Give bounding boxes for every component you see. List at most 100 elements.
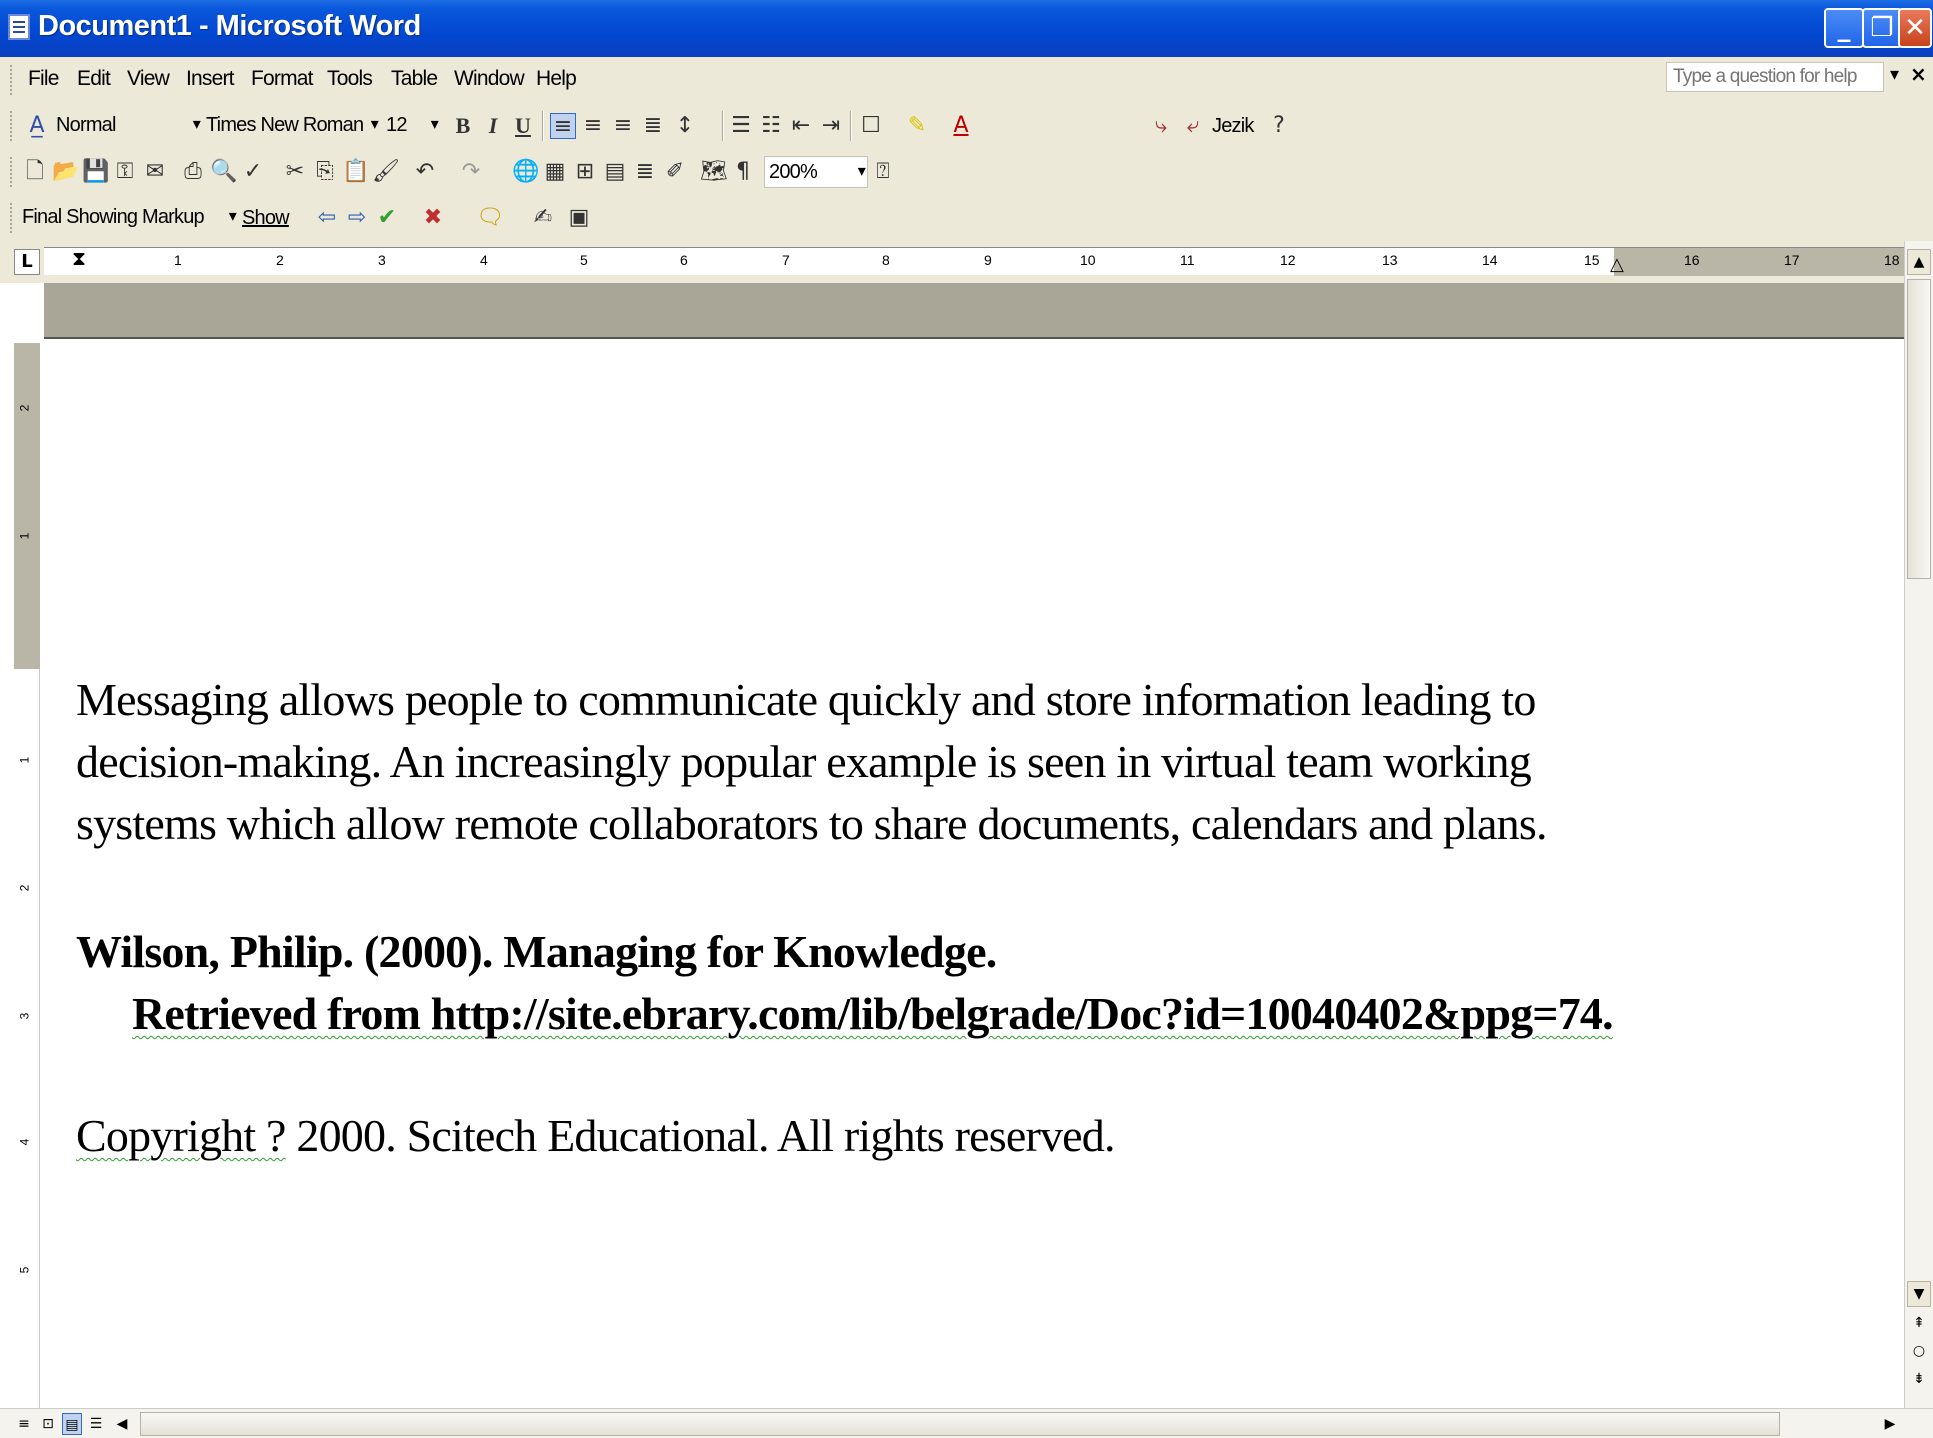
menu-help[interactable]: Help	[536, 67, 577, 91]
numbering-icon[interactable]: ☰	[728, 113, 754, 139]
accept-change-icon[interactable]: ✔	[374, 205, 400, 231]
redo-icon[interactable]: ↷	[458, 159, 484, 185]
close-document-icon[interactable]: ×	[1910, 62, 1927, 86]
print-layout-view-icon[interactable]: ▤	[62, 1413, 82, 1435]
insert-excel-icon[interactable]: ▤	[602, 159, 628, 185]
zoom-combo[interactable]: 200% ▾	[764, 156, 868, 188]
previous-change-icon[interactable]: ⇦	[314, 205, 340, 231]
chevron-down-icon[interactable]: ▾	[431, 114, 439, 134]
style-combo[interactable]: Normal ▾	[52, 110, 202, 142]
track-changes-icon[interactable]: ✍	[530, 205, 556, 231]
decrease-indent-icon[interactable]: ⇤	[788, 113, 814, 139]
normal-view-icon[interactable]: ≡	[14, 1413, 34, 1435]
email-icon[interactable]: ✉	[142, 159, 168, 185]
underline-button[interactable]: U	[510, 113, 536, 139]
language-label[interactable]: Jezik	[1212, 115, 1254, 138]
menu-insert[interactable]: Insert	[186, 67, 235, 91]
copyright-line[interactable]: Copyright ? 2000. Scitech Educational. A…	[76, 1109, 1115, 1162]
toolbar-grip[interactable]	[10, 111, 14, 141]
first-line-indent-marker[interactable]: ⧗	[72, 246, 86, 270]
new-comment-icon[interactable]: 🗨	[476, 205, 504, 231]
spelling-icon[interactable]: ✓	[240, 159, 266, 185]
align-right-icon[interactable]: ≡	[610, 113, 636, 139]
toolbar-grip[interactable]	[10, 203, 14, 233]
menu-edit[interactable]: Edit	[77, 67, 111, 91]
vertical-scroll-thumb[interactable]	[1907, 279, 1931, 579]
right-indent-marker[interactable]: △	[1610, 254, 1624, 275]
increase-indent-icon[interactable]: ⇥	[818, 113, 844, 139]
bullets-icon[interactable]: ☷	[758, 113, 784, 139]
save-icon[interactable]: 💾	[82, 159, 109, 185]
track-changes-icon[interactable]: ⤷	[1148, 113, 1174, 139]
menu-format[interactable]: Format	[251, 67, 314, 91]
minimize-button[interactable]: _	[1824, 8, 1864, 48]
line-spacing-icon[interactable]: ↕	[672, 113, 698, 139]
styles-icon[interactable]: A̲	[24, 113, 50, 139]
insert-table-icon[interactable]: ⊞	[572, 159, 598, 185]
bold-button[interactable]: B	[450, 113, 476, 139]
tables-borders-icon[interactable]: ▦	[542, 159, 568, 185]
help-icon[interactable]: ?	[1266, 113, 1292, 139]
scroll-down-button[interactable]: ▼	[1907, 1281, 1931, 1307]
align-center-icon[interactable]: ≡	[580, 113, 606, 139]
cut-icon[interactable]: ✂	[282, 159, 308, 185]
open-icon[interactable]: 📂	[52, 159, 79, 185]
menubar-grip[interactable]	[10, 65, 14, 95]
web-layout-view-icon[interactable]: ⊡	[38, 1413, 58, 1435]
paste-icon[interactable]: 📋	[342, 159, 369, 185]
font-combo[interactable]: Times New Roman ▾	[202, 110, 380, 142]
horizontal-scrollbar[interactable]: ≡ ⊡ ▤ ☰ ◀ ▶	[0, 1408, 1933, 1438]
reject-change-icon[interactable]: ✖	[420, 205, 446, 231]
reviewing-pane-icon[interactable]: ▣	[566, 205, 592, 231]
close-button[interactable]: ✕	[1898, 8, 1932, 48]
restore-button[interactable]: ❐	[1862, 8, 1902, 48]
chevron-down-icon[interactable]: ▾	[229, 206, 237, 226]
copy-icon[interactable]: ⎘	[312, 159, 338, 185]
document-area[interactable]: 2 1 1 2 3 4 5 Messaging allows people to…	[0, 283, 1904, 1408]
help-icon[interactable]: ⍰	[870, 159, 896, 185]
word-document-icon[interactable]	[8, 14, 30, 40]
scroll-up-button[interactable]: ▲	[1907, 249, 1931, 275]
display-for-review-combo[interactable]: Final Showing Markup ▾	[18, 202, 238, 234]
document-map-icon[interactable]: 🗺	[700, 159, 728, 185]
scroll-right-icon[interactable]: ▶	[1880, 1413, 1900, 1435]
align-left-icon[interactable]: ≡	[550, 113, 576, 139]
help-dropdown-icon[interactable]: ▾	[1890, 64, 1899, 85]
new-document-icon[interactable]: 🗋	[22, 159, 48, 185]
chevron-down-icon[interactable]: ▾	[371, 114, 379, 134]
paragraph-line[interactable]: systems which allow remote collaborators…	[76, 797, 1547, 850]
help-question-input[interactable]	[1666, 62, 1884, 92]
print-preview-icon[interactable]: 🔍	[210, 159, 237, 185]
menu-window[interactable]: Window	[454, 67, 525, 91]
scroll-left-icon[interactable]: ◀	[112, 1413, 132, 1435]
italic-button[interactable]: I	[480, 113, 506, 139]
previous-page-icon[interactable]: ⇞	[1907, 1311, 1931, 1337]
print-icon[interactable]: ⎙	[180, 159, 206, 185]
permission-icon[interactable]: ⚿	[112, 159, 138, 185]
columns-icon[interactable]: ≣	[632, 159, 658, 185]
chevron-down-icon[interactable]: ▾	[858, 161, 866, 181]
tab-selector[interactable]: L	[14, 249, 40, 275]
show-hide-icon[interactable]: ¶	[730, 159, 756, 185]
chevron-down-icon[interactable]: ▾	[193, 114, 201, 134]
justify-icon[interactable]: ≣	[640, 113, 666, 139]
format-painter-icon[interactable]: 🖌	[372, 159, 400, 185]
show-menu-button[interactable]: Show	[242, 207, 290, 230]
font-color-icon[interactable]: A	[948, 113, 974, 139]
reject-change-icon[interactable]: ⤶	[1180, 113, 1206, 139]
menu-tools[interactable]: Tools	[327, 67, 373, 91]
hyperlink-icon[interactable]: 🌐	[512, 159, 539, 185]
paragraph-line[interactable]: Messaging allows people to communicate q…	[76, 673, 1536, 726]
highlight-icon[interactable]: ✎	[904, 113, 930, 139]
select-browse-object-icon[interactable]: ○	[1907, 1339, 1931, 1365]
outline-view-icon[interactable]: ☰	[86, 1413, 106, 1435]
next-page-icon[interactable]: ⇟	[1907, 1367, 1931, 1393]
vertical-scrollbar[interactable]: ▲ ▼ ⇞ ○ ⇟	[1904, 241, 1933, 1408]
font-size-combo[interactable]: 12 ▾	[382, 110, 440, 142]
menu-view[interactable]: View	[127, 67, 170, 91]
citation-line-1[interactable]: Wilson, Philip. (2000). Managing for Kno…	[76, 925, 997, 978]
menu-table[interactable]: Table	[391, 67, 438, 91]
horizontal-scroll-thumb[interactable]	[140, 1412, 1780, 1436]
horizontal-ruler[interactable]: 1 2 3 4 5 6 7 8 9 10 11 12 13 14 15 16 1…	[44, 246, 1904, 276]
undo-icon[interactable]: ↶	[412, 159, 438, 185]
